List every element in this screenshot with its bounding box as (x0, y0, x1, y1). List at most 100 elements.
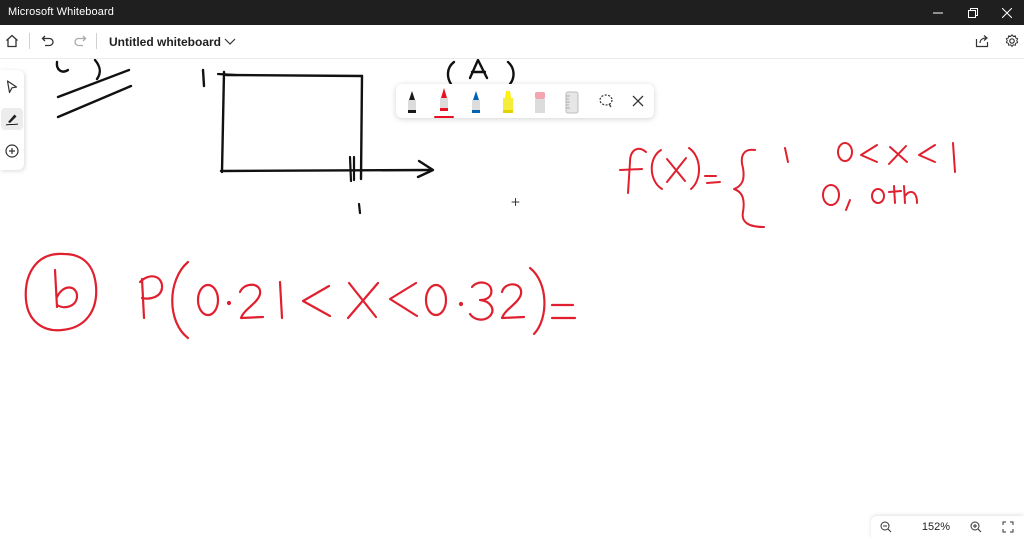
lasso-icon (599, 94, 613, 108)
ink-stroke (506, 60, 515, 86)
eraser-icon (535, 92, 545, 113)
toolbar-divider (96, 33, 97, 49)
ink-stroke (55, 286, 79, 309)
ruler-icon (565, 91, 579, 114)
ink-stroke (238, 283, 265, 320)
ink-stroke (688, 147, 700, 190)
ink-stroke (784, 147, 789, 163)
ink-stroke (458, 301, 464, 307)
inking-tool-button[interactable] (1, 108, 23, 130)
ink-stroke (500, 283, 526, 320)
yellow-highlighter-button[interactable] (494, 86, 522, 118)
home-button[interactable] (0, 29, 24, 53)
chevron-down-icon[interactable] (222, 33, 238, 49)
ink-stroke (201, 68, 206, 88)
ink-stroke (346, 281, 380, 320)
ink-stroke (55, 60, 70, 73)
ink-stroke (619, 168, 643, 171)
fit-screen-icon (1002, 521, 1014, 533)
add-icon (5, 144, 19, 158)
zoom-in-icon (970, 521, 982, 533)
ink-stroke (528, 266, 546, 336)
highlighter-icon (503, 91, 513, 113)
zoom-in-button[interactable] (967, 519, 985, 535)
ink-stroke (424, 283, 448, 317)
ink-stroke (468, 281, 494, 321)
undo-icon (41, 35, 54, 47)
restore-icon (968, 7, 978, 18)
ink-stroke (446, 60, 456, 86)
restore-button[interactable] (956, 0, 990, 25)
zoom-control: 152% (871, 516, 1024, 538)
ink-stroke (56, 84, 133, 119)
ink-stroke (550, 303, 577, 320)
share-button[interactable] (970, 29, 994, 53)
eraser-button[interactable] (526, 86, 554, 118)
ink-stroke (388, 281, 419, 318)
ink-stroke (918, 144, 936, 163)
ink-stroke (93, 59, 102, 81)
select-tool-button[interactable] (1, 76, 23, 98)
black-pen-button[interactable] (398, 86, 426, 118)
zoom-out-button[interactable] (877, 519, 895, 535)
ink-stroke (666, 157, 687, 183)
ink-stroke (53, 268, 59, 309)
minimize-icon (933, 12, 943, 13)
close-icon (632, 95, 644, 107)
settings-icon (1005, 34, 1019, 48)
minimize-button[interactable] (921, 0, 955, 25)
redo-icon (74, 35, 87, 47)
ink-stroke (733, 148, 765, 228)
ink-stroke (278, 280, 284, 320)
share-icon (975, 35, 989, 48)
toolbar-divider (29, 33, 30, 49)
blue-pen-button[interactable] (462, 86, 490, 118)
close-icon (1002, 7, 1012, 18)
fit-to-screen-button[interactable] (999, 519, 1017, 535)
close-window-button[interactable] (990, 0, 1024, 25)
redo-button[interactable] (68, 29, 92, 53)
zoom-level: 152% (921, 521, 951, 533)
ruler-button[interactable] (558, 86, 586, 118)
add-content-button[interactable] (1, 140, 23, 162)
ink-stroke (56, 68, 131, 99)
ink-stroke (216, 72, 237, 77)
app-title: Microsoft Whiteboard (8, 6, 114, 18)
ink-stroke (822, 184, 840, 206)
blue-pen-icon (472, 91, 480, 113)
ink-stroke (301, 284, 332, 318)
undo-button[interactable] (36, 29, 60, 53)
ink-stroke (845, 199, 851, 211)
ink-stroke (220, 70, 226, 174)
red-pen-icon (440, 88, 448, 111)
ink-stroke (357, 202, 362, 215)
ink-stroke (226, 300, 232, 306)
pen-tray (396, 84, 654, 118)
black-pen-icon (408, 91, 416, 113)
whiteboard-canvas[interactable] (0, 59, 1024, 538)
settings-button[interactable] (1000, 29, 1024, 53)
inking-icon (5, 114, 19, 126)
ink-stroke (860, 144, 878, 163)
ink-stroke (650, 149, 663, 190)
ink-stroke (224, 73, 364, 78)
ink-stroke (171, 260, 190, 340)
select-icon (6, 80, 18, 94)
ink-stroke (888, 185, 902, 204)
ink-stroke (871, 188, 885, 204)
red-pen-button[interactable] (430, 86, 458, 118)
title-bar: Microsoft Whiteboard (0, 0, 1024, 25)
ink-stroke (511, 198, 520, 206)
home-icon (6, 34, 18, 48)
ink-stroke (348, 155, 353, 183)
ink-stroke (196, 283, 220, 317)
ink-stroke (219, 168, 434, 173)
ink-stroke (888, 145, 908, 165)
ink-stroke (359, 74, 364, 181)
ink-stroke (704, 175, 721, 184)
ink-stroke (627, 147, 647, 194)
lasso-select-button[interactable] (592, 86, 620, 118)
whiteboard-title[interactable]: Untitled whiteboard (109, 35, 221, 49)
close-pen-tray-button[interactable] (624, 86, 652, 118)
zoom-out-icon (880, 521, 892, 533)
